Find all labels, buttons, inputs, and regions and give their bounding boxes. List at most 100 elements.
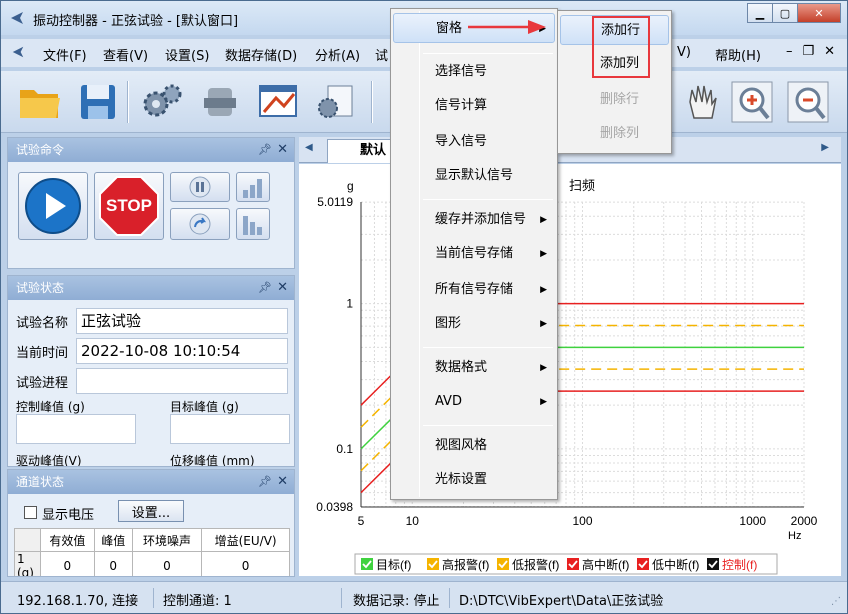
pause-icon — [189, 176, 211, 198]
zoom-out-icon — [787, 81, 829, 123]
table-cell: 0 — [201, 551, 290, 576]
table-header-cell: 增益(EU/V) — [201, 528, 290, 552]
x-tick-label: 5 — [358, 514, 365, 528]
mdi-close-icon[interactable]: ✕ — [824, 44, 835, 59]
shaker-icon — [204, 88, 236, 116]
panel-close-icon[interactable]: ✕ — [277, 138, 288, 162]
pan-hand-button[interactable] — [677, 77, 727, 127]
y-tick-label: 5.0119 — [317, 195, 353, 209]
stop-button[interactable]: STOP — [94, 172, 164, 240]
maximize-button[interactable]: ▢ — [772, 3, 798, 23]
annotation-arrow-icon — [468, 20, 546, 34]
y-tick-label: 0.1 — [336, 442, 353, 456]
sweep-chart[interactable]: 5 10 100 1000 2000 5.0119 1 0.1 0.0398 g Hz 扫频目标(f)… — [299, 164, 841, 576]
shaker-button[interactable] — [195, 77, 245, 127]
mdi-restore-icon[interactable]: ❐ — [802, 44, 814, 59]
menu-item-all-store[interactable]: 所有信号存储 ▶ — [393, 275, 555, 305]
pin-icon[interactable]: 📌︎ — [258, 470, 272, 494]
menu-item-cache-add[interactable]: 缓存并添加信号 ▶ — [393, 205, 555, 235]
test-name-label: 试验名称 — [16, 316, 69, 331]
table-row[interactable]: 1 (g) 0 0 0 0 — [14, 551, 290, 576]
submenu-arrow-icon: ▶ — [540, 215, 547, 225]
minimize-button[interactable]: ▁ — [747, 3, 773, 23]
menu-item-current-store[interactable]: 当前信号存储 ▶ — [393, 239, 555, 269]
document-gear-icon — [318, 85, 353, 118]
panel-title: 试验状态 — [16, 281, 65, 295]
show-voltage-checkbox[interactable] — [24, 506, 37, 519]
zoom-out-button[interactable] — [783, 77, 833, 127]
menu-item-show-default[interactable]: 显示默认信号 — [393, 161, 555, 191]
menu-data-storage[interactable]: 数据存储(D) — [225, 45, 297, 64]
show-voltage-label: 显示电压 — [42, 508, 95, 523]
y-tick-label: 1 — [346, 297, 353, 311]
chart-pane[interactable]: 5 10 100 1000 2000 5.0119 1 0.1 0.0398 g Hz 扫频 目标(f)… — [299, 164, 841, 576]
menu-hidden-v[interactable]: V) — [677, 45, 691, 60]
control-peak-field — [16, 414, 136, 444]
menu-file[interactable]: 文件(F) — [43, 45, 87, 64]
current-time-field: 2022-10-08 10:10:54 — [76, 338, 288, 364]
panel-close-icon[interactable]: ✕ — [277, 276, 288, 300]
tab-scroll-right-icon[interactable]: ▶ — [821, 142, 829, 153]
resize-grip-icon[interactable]: ⋰ — [831, 596, 841, 607]
current-time-label: 当前时间 — [16, 346, 69, 361]
close-button[interactable]: ✕ — [797, 3, 841, 23]
chart-legend: 目标(f) 高报警(f) 低报警(f) 高中断(f) 低中断(f) 控制(f) — [354, 553, 778, 575]
menu-test[interactable]: 试 — [375, 45, 388, 64]
menu-item-label: AVD — [435, 394, 462, 409]
x-axis-label: Hz — [788, 530, 801, 542]
menu-item-view-style[interactable]: 视图风格 — [393, 431, 555, 461]
continue-button[interactable] — [170, 208, 230, 240]
menu-settings[interactable]: 设置(S) — [165, 45, 209, 64]
gear-settings-button[interactable] — [137, 77, 187, 127]
menu-item-delete-row: 删除行 — [600, 92, 640, 107]
menu-analysis[interactable]: 分析(A) — [315, 45, 360, 64]
pin-icon[interactable]: 📌︎ — [258, 138, 272, 162]
window-title: 振动控制器 - 正弦试验 - [默认窗口] — [33, 14, 239, 29]
legend-swatch — [427, 558, 439, 570]
progress-label: 试验进程 — [16, 376, 69, 391]
start-button[interactable] — [18, 172, 88, 240]
table-header-cell — [14, 528, 41, 552]
y-tick-label: 0.0398 — [316, 500, 353, 514]
level-up-button[interactable] — [236, 172, 270, 202]
submenu-arrow-icon: ▶ — [540, 285, 547, 295]
channel-status-panel: 通道状态 📌︎ ✕ 显示电压 设置... 有效值 峰值 环境噪声 增益(EU/V… — [7, 469, 295, 577]
chart-edit-button[interactable] — [253, 77, 303, 127]
channel-settings-button[interactable]: 设置... — [118, 500, 184, 522]
menu-item-label: 缓存并添加信号 — [435, 212, 527, 227]
menu-item-select-signal[interactable]: 选择信号 — [393, 57, 555, 87]
x-tick-label: 1000 — [739, 514, 766, 528]
pause-button[interactable] — [170, 172, 230, 202]
bars-falling-icon — [243, 216, 262, 235]
menu-item-avd[interactable]: AVD ▶ — [393, 387, 555, 417]
legend-label: 控制(f) — [722, 558, 757, 572]
legend-swatch — [497, 558, 509, 570]
play-icon — [25, 178, 81, 234]
pin-icon[interactable]: 📌︎ — [258, 276, 272, 300]
legend-label: 低中断(f) — [652, 557, 699, 572]
menu-item-graphics[interactable]: 图形 ▶ — [393, 309, 555, 339]
config-button[interactable] — [311, 77, 361, 127]
menu-item-signal-calc[interactable]: 信号计算 — [393, 91, 555, 121]
control-channel-status: 控制通道: 1 — [163, 594, 232, 609]
tab-scroll-left-icon[interactable]: ◀ — [305, 142, 313, 153]
menu-item-data-format[interactable]: 数据格式 ▶ — [393, 353, 555, 383]
zoom-in-button[interactable] — [727, 77, 777, 127]
mdi-minimize-icon[interactable]: – — [786, 44, 793, 59]
legend-swatch — [707, 558, 719, 570]
open-folder-button[interactable] — [15, 77, 65, 127]
panel-close-icon[interactable]: ✕ — [277, 470, 288, 494]
menu-item-delete-column: 删除列 — [600, 126, 640, 141]
menu-item-import-signal[interactable]: 导入信号 — [393, 127, 555, 157]
menu-item-cursor-settings[interactable]: 光标设置 — [393, 465, 555, 495]
x-tick-label: 2000 — [791, 514, 818, 528]
level-down-button[interactable] — [236, 208, 270, 240]
table-cell: 0 — [131, 551, 203, 576]
panel-title: 试验命令 — [16, 143, 65, 157]
target-peak-field — [170, 414, 290, 444]
save-button[interactable] — [73, 77, 123, 127]
table-header-row: 有效值 峰值 环境噪声 增益(EU/V) — [14, 528, 290, 552]
menu-view[interactable]: 查看(V) — [103, 45, 148, 64]
menu-help[interactable]: 帮助(H) — [715, 45, 761, 64]
connection-status: 192.168.1.70, 连接 — [17, 594, 139, 609]
